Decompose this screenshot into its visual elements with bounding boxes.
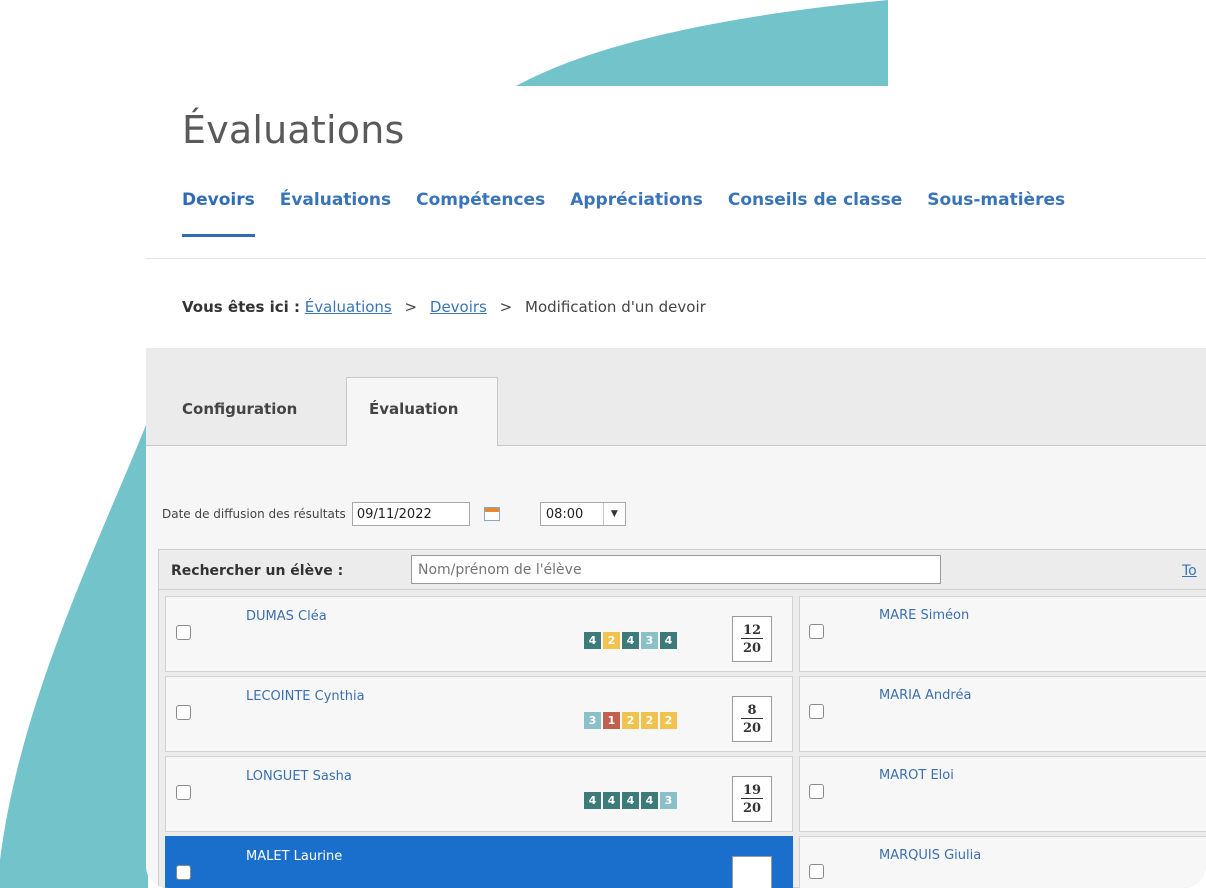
level-badge: 2 bbox=[641, 712, 658, 729]
diffusion-label: Date de diffusion des résultats bbox=[162, 507, 346, 521]
nav-tab-conseils-de-classe[interactable]: Conseils de classe bbox=[728, 190, 902, 237]
level-badge: 1 bbox=[603, 712, 620, 729]
competency-levels: 4 4 4 4 3 bbox=[584, 792, 677, 809]
breadcrumb: Vous êtes ici : Évaluations > Devoirs > … bbox=[182, 298, 706, 316]
nav-tab-devoirs[interactable]: Devoirs bbox=[182, 190, 255, 237]
time-value: 08:00 bbox=[545, 507, 584, 522]
level-badge: 4 bbox=[584, 792, 601, 809]
table-row[interactable]: DUMAS Cléa 4 2 4 3 4 12 20 bbox=[165, 596, 793, 672]
grade-box[interactable]: 12 20 bbox=[732, 616, 772, 662]
level-badge: 2 bbox=[603, 632, 620, 649]
student-checkbox[interactable] bbox=[809, 784, 824, 799]
level-badge: 4 bbox=[660, 632, 677, 649]
diffusion-date-input[interactable]: 09/11/2022 bbox=[351, 502, 470, 526]
tab-evaluation[interactable]: Évaluation bbox=[346, 377, 498, 447]
level-badge: 2 bbox=[660, 712, 677, 729]
level-badge: 3 bbox=[584, 712, 601, 729]
calendar-icon[interactable] bbox=[483, 507, 500, 521]
grade-value: 8 bbox=[741, 697, 763, 719]
students-table: Rechercher un élève : To DUMAS Cléa 4 2 … bbox=[158, 549, 1206, 888]
student-checkbox[interactable] bbox=[809, 624, 824, 639]
student-name[interactable]: MARQUIS Giulia bbox=[879, 848, 981, 863]
level-badge: 3 bbox=[660, 792, 677, 809]
evaluation-content: Date de diffusion des résultats 09/11/20… bbox=[146, 446, 1206, 888]
nav-tab-evaluations[interactable]: Évaluations bbox=[280, 190, 391, 237]
table-row[interactable]: MALET Laurine bbox=[165, 836, 793, 888]
student-checkbox[interactable] bbox=[176, 865, 191, 880]
nav-tab-competences[interactable]: Compétences bbox=[416, 190, 545, 237]
select-all-link[interactable]: To bbox=[1182, 563, 1197, 579]
table-row[interactable]: MARE Siméon bbox=[799, 596, 1206, 672]
grade-box[interactable] bbox=[732, 856, 772, 888]
student-name[interactable]: MAROT Eloi bbox=[879, 768, 954, 783]
breadcrumb-prefix: Vous êtes ici : bbox=[182, 298, 300, 316]
breadcrumb-link-devoirs[interactable]: Devoirs bbox=[430, 298, 487, 316]
student-checkbox[interactable] bbox=[176, 625, 191, 640]
grade-max: 20 bbox=[742, 641, 762, 656]
grade-value: 12 bbox=[741, 617, 763, 639]
teal-shape-left bbox=[0, 420, 148, 888]
tab-configuration[interactable]: Configuration bbox=[182, 400, 297, 418]
student-checkbox[interactable] bbox=[809, 704, 824, 719]
level-badge: 2 bbox=[622, 712, 639, 729]
evaluations-panel: Évaluations Devoirs Évaluations Compéten… bbox=[146, 86, 1206, 888]
level-badge: 4 bbox=[622, 792, 639, 809]
student-name[interactable]: MARIA Andréa bbox=[879, 688, 971, 703]
sub-tabs-bar bbox=[146, 348, 1206, 446]
breadcrumb-separator: > bbox=[404, 298, 418, 316]
breadcrumb-link-evaluations[interactable]: Évaluations bbox=[305, 298, 392, 316]
level-badge: 3 bbox=[641, 632, 658, 649]
table-row[interactable]: MAROT Eloi bbox=[799, 756, 1206, 832]
student-name[interactable]: DUMAS Cléa bbox=[246, 609, 327, 624]
grade-box[interactable]: 19 20 bbox=[732, 776, 772, 822]
grade-value: 19 bbox=[741, 777, 763, 799]
table-row[interactable]: MARQUIS Giulia bbox=[799, 836, 1206, 888]
grade-max: 20 bbox=[742, 801, 762, 816]
level-badge: 4 bbox=[641, 792, 658, 809]
page-title: Évaluations bbox=[182, 108, 405, 152]
student-checkbox[interactable] bbox=[176, 705, 191, 720]
nav-tab-sous-matieres[interactable]: Sous-matières bbox=[927, 190, 1065, 237]
table-row[interactable]: LECOINTE Cynthia 3 1 2 2 2 8 20 bbox=[165, 676, 793, 752]
main-nav: Devoirs Évaluations Compétences Apprécia… bbox=[182, 190, 1065, 237]
level-badge: 4 bbox=[603, 792, 620, 809]
breadcrumb-separator: > bbox=[499, 298, 513, 316]
diffusion-time-select[interactable]: 08:00 ▼ bbox=[539, 502, 626, 526]
student-name[interactable]: MALET Laurine bbox=[246, 849, 342, 864]
grade-box[interactable]: 8 20 bbox=[732, 696, 772, 742]
nav-divider bbox=[146, 258, 1206, 259]
breadcrumb-current: Modification d'un devoir bbox=[525, 298, 706, 316]
chevron-down-icon[interactable]: ▼ bbox=[602, 503, 625, 525]
level-badge: 4 bbox=[622, 632, 639, 649]
nav-tab-appreciations[interactable]: Appréciations bbox=[570, 190, 703, 237]
student-checkbox[interactable] bbox=[176, 785, 191, 800]
table-row[interactable]: LONGUET Sasha 4 4 4 4 3 19 20 bbox=[165, 756, 793, 832]
student-search-input[interactable] bbox=[411, 555, 941, 584]
grade-max: 20 bbox=[742, 721, 762, 736]
student-checkbox[interactable] bbox=[809, 864, 824, 879]
student-name[interactable]: LECOINTE Cynthia bbox=[246, 689, 365, 704]
search-label: Rechercher un élève : bbox=[171, 563, 344, 579]
diffusion-row: Date de diffusion des résultats 09/11/20… bbox=[162, 502, 626, 526]
student-name[interactable]: LONGUET Sasha bbox=[246, 769, 352, 784]
student-name[interactable]: MARE Siméon bbox=[879, 608, 969, 623]
search-row: Rechercher un élève : To bbox=[159, 550, 1206, 590]
competency-levels: 3 1 2 2 2 bbox=[584, 712, 677, 729]
table-row[interactable]: MARIA Andréa bbox=[799, 676, 1206, 752]
competency-levels: 4 2 4 3 4 bbox=[584, 632, 677, 649]
teal-shape-top bbox=[516, 0, 888, 86]
level-badge: 4 bbox=[584, 632, 601, 649]
